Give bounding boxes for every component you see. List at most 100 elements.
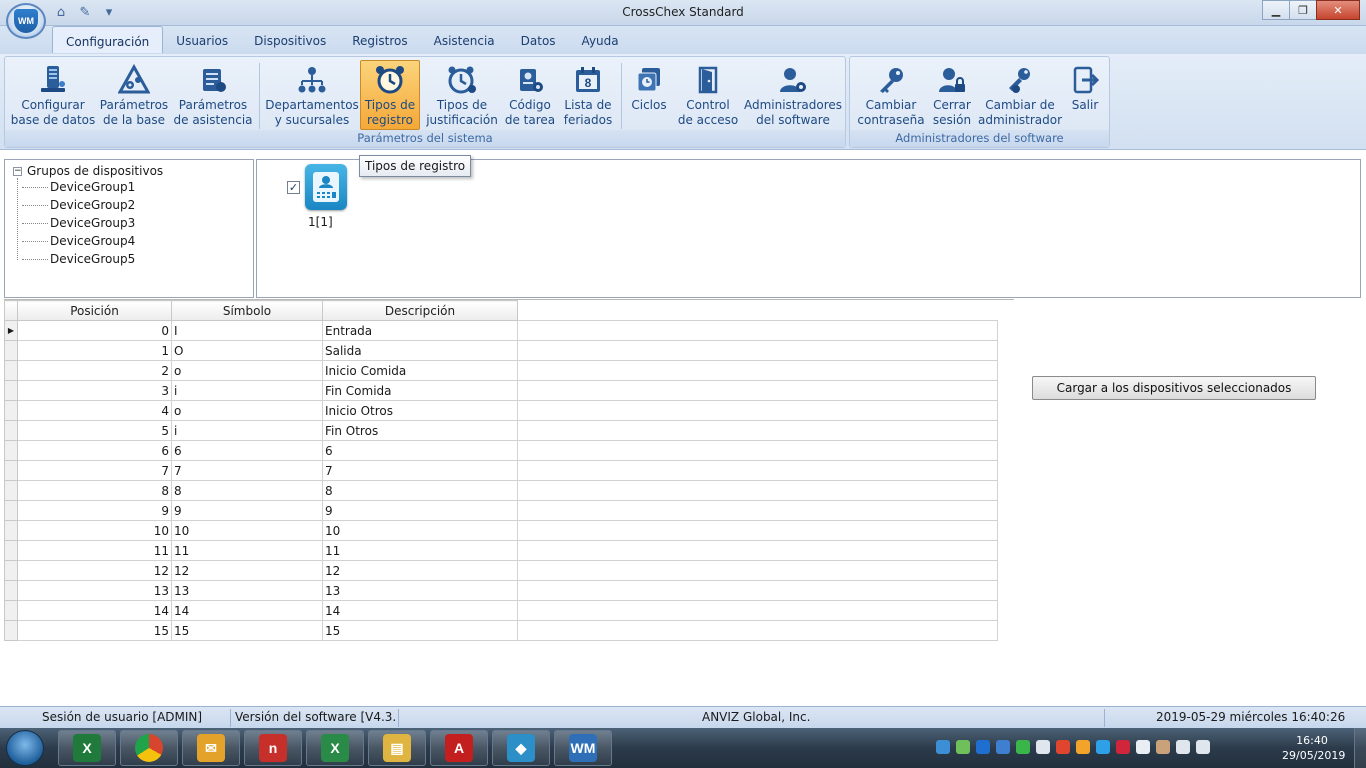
holiday-list-button[interactable]: 8 Lista de feriados <box>561 60 615 130</box>
cell-simbolo[interactable]: 6 <box>171 440 323 461</box>
cell-simbolo[interactable]: o <box>171 400 323 421</box>
cell-posicion[interactable]: 7 <box>17 460 172 481</box>
table-row[interactable]: 888 <box>4 480 998 501</box>
table-row[interactable]: 2 o Inicio Comida <box>4 360 998 381</box>
upload-to-devices-button[interactable]: Cargar a los dispositivos seleccionados <box>1032 376 1316 400</box>
attendance-parameters-button[interactable]: Parámetros de asistencia <box>174 60 253 130</box>
table-row[interactable]: 15 15 15 <box>4 620 998 641</box>
tab-usuarios[interactable]: Usuarios <box>163 26 241 53</box>
tray-cloud-icon[interactable] <box>1096 740 1110 754</box>
show-desktop-button[interactable] <box>1354 728 1366 768</box>
tree-root[interactable]: − Grupos de dispositivos <box>13 164 163 178</box>
configure-database-button[interactable]: Configurar base de datos <box>11 60 95 130</box>
cell-simbolo[interactable]: 15 <box>171 620 323 641</box>
row-header[interactable] <box>4 440 18 461</box>
cell-descripcion[interactable]: Salida <box>322 340 518 361</box>
table-row[interactable]: ▶ 0 I Entrada <box>4 320 998 341</box>
software-admins-button[interactable]: Administradores del software <box>744 60 842 130</box>
cell-simbolo[interactable]: I <box>171 320 323 341</box>
table-row[interactable]: 12 12 12 <box>4 560 998 581</box>
row-header[interactable] <box>4 580 18 601</box>
taskbar-app-chrome[interactable] <box>120 730 178 766</box>
cell-descripcion[interactable]: 10 <box>322 520 518 541</box>
change-password-button[interactable]: Cambiar contraseña <box>856 60 926 130</box>
row-header[interactable] <box>4 500 18 521</box>
tray-people-icon[interactable] <box>1156 740 1170 754</box>
record-types-button[interactable]: Tipos de registro <box>360 60 420 130</box>
row-header[interactable] <box>4 380 18 401</box>
cell-posicion[interactable]: 10 <box>17 520 172 541</box>
tray-network-icon[interactable] <box>996 740 1010 754</box>
tree-node-devicegroup3[interactable]: DeviceGroup3 <box>22 216 135 230</box>
cell-descripcion[interactable]: Fin Comida <box>322 380 518 401</box>
cell-descripcion[interactable]: 12 <box>322 560 518 581</box>
taskbar-app-acrobat[interactable]: A <box>430 730 488 766</box>
cell-descripcion[interactable]: 15 <box>322 620 518 641</box>
tree-node-devicegroup1[interactable]: DeviceGroup1 <box>22 180 135 194</box>
cell-posicion[interactable]: 6 <box>17 440 172 461</box>
row-header[interactable] <box>4 620 18 641</box>
database-parameters-button[interactable]: Parámetros de la base <box>97 60 171 130</box>
taskbar-app-explorer[interactable]: ▤ <box>368 730 426 766</box>
taskbar-app-kodi[interactable]: ◆ <box>492 730 550 766</box>
table-row[interactable]: 5 i Fin Otros <box>4 420 998 441</box>
departments-button[interactable]: Departamentos y sucursales <box>265 60 359 130</box>
table-row[interactable]: 4 o Inicio Otros <box>4 400 998 421</box>
cell-descripcion[interactable]: Fin Otros <box>322 420 518 441</box>
taskbar-app-crosschex[interactable]: WM <box>554 730 612 766</box>
cell-posicion[interactable]: 0 <box>17 320 172 341</box>
cell-simbolo[interactable]: 8 <box>171 480 323 501</box>
column-header-simbolo[interactable]: Símbolo <box>171 300 323 321</box>
tab-dispositivos[interactable]: Dispositivos <box>241 26 339 53</box>
minimize-button[interactable]: ▁ <box>1262 0 1290 20</box>
device-checkbox[interactable]: ✓ <box>287 181 300 194</box>
taskbar-app-nitro[interactable]: n <box>244 730 302 766</box>
cell-simbolo[interactable]: 13 <box>171 580 323 601</box>
row-header[interactable] <box>4 600 18 621</box>
cycles-button[interactable]: Ciclos <box>627 60 671 130</box>
tray-malwarebytes-icon[interactable] <box>976 740 990 754</box>
column-header-descripcion[interactable]: Descripción <box>322 300 518 321</box>
table-row[interactable]: 999 <box>4 500 998 521</box>
cell-posicion[interactable]: 15 <box>17 620 172 641</box>
cell-simbolo[interactable]: 14 <box>171 600 323 621</box>
row-header[interactable] <box>4 340 18 361</box>
row-header[interactable]: ▶ <box>4 320 18 341</box>
tray-speaker-icon[interactable] <box>1196 740 1210 754</box>
exit-button[interactable]: Salir <box>1064 60 1106 130</box>
tab-ayuda[interactable]: Ayuda <box>569 26 632 53</box>
tray-check-icon[interactable] <box>1016 740 1030 754</box>
taskbar-app-excel-2[interactable]: X <box>306 730 364 766</box>
cell-simbolo[interactable]: i <box>171 380 323 401</box>
justification-types-button[interactable]: Tipos de justificación <box>425 60 499 130</box>
cell-simbolo[interactable]: 12 <box>171 560 323 581</box>
cell-posicion[interactable]: 2 <box>17 360 172 381</box>
cell-posicion[interactable]: 4 <box>17 400 172 421</box>
row-header[interactable] <box>4 360 18 381</box>
row-header[interactable] <box>4 560 18 581</box>
taskbar-clock[interactable]: 16:40 29/05/2019 <box>1282 733 1345 763</box>
access-control-button[interactable]: Control de acceso <box>677 60 739 130</box>
table-row[interactable]: 10 10 10 <box>4 520 998 541</box>
table-row[interactable]: 666 <box>4 440 998 461</box>
row-header[interactable] <box>4 420 18 441</box>
cell-simbolo[interactable]: 11 <box>171 540 323 561</box>
tree-node-devicegroup2[interactable]: DeviceGroup2 <box>22 198 135 212</box>
cell-posicion[interactable]: 8 <box>17 480 172 501</box>
logout-button[interactable]: Cerrar sesión <box>930 60 974 130</box>
tray-volume-warning-icon[interactable] <box>1056 740 1070 754</box>
tab-registros[interactable]: Registros <box>339 26 420 53</box>
cell-descripcion[interactable]: 14 <box>322 600 518 621</box>
column-header-posicion[interactable]: Posición <box>17 300 172 321</box>
task-code-button[interactable]: Código de tarea <box>505 60 555 130</box>
tree-node-devicegroup4[interactable]: DeviceGroup4 <box>22 234 135 248</box>
table-row[interactable]: 13 13 13 <box>4 580 998 601</box>
table-row[interactable]: 1 O Salida <box>4 340 998 361</box>
app-logo[interactable]: WM <box>6 3 46 39</box>
cell-posicion[interactable]: 14 <box>17 600 172 621</box>
cell-posicion[interactable]: 12 <box>17 560 172 581</box>
cell-simbolo[interactable]: i <box>171 420 323 441</box>
cell-descripcion[interactable]: 7 <box>322 460 518 481</box>
cell-descripcion[interactable]: 9 <box>322 500 518 521</box>
tab-datos[interactable]: Datos <box>508 26 569 53</box>
